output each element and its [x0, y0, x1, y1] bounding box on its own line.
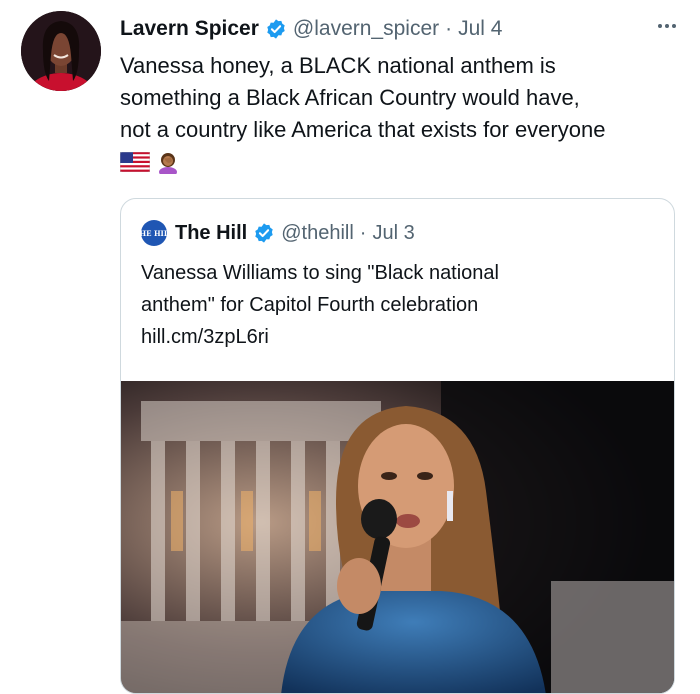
- quoted-date[interactable]: Jul 3: [372, 222, 414, 245]
- quoted-link[interactable]: hill.cm/3zpL6ri: [141, 321, 661, 353]
- avatar[interactable]: [21, 11, 101, 91]
- tweet[interactable]: Lavern Spicer @lavern_spicer · Jul 4 Van…: [0, 0, 700, 694]
- quoted-text-line: anthem" for Capitol Fourth celebration: [141, 294, 479, 316]
- author-handle[interactable]: @lavern_spicer: [293, 17, 439, 41]
- woman-facepalming-icon: [159, 153, 177, 174]
- more-options-icon[interactable]: [652, 14, 682, 38]
- emoji-row: [120, 150, 180, 174]
- tweet-text-line: not a country like America that exists f…: [120, 117, 606, 142]
- quoted-author-handle[interactable]: @thehill: [281, 222, 354, 245]
- verified-badge-icon: [255, 223, 273, 243]
- tweet-text: Vanessa honey, a BLACK national anthem i…: [120, 50, 685, 146]
- tweet-date[interactable]: Jul 4: [458, 17, 502, 41]
- quoted-text: Vanessa Williams to sing "Black national…: [141, 257, 661, 353]
- author-name[interactable]: Lavern Spicer: [120, 17, 259, 41]
- separator-dot: ·: [359, 221, 367, 244]
- quoted-author-name[interactable]: The Hill: [175, 222, 247, 245]
- quoted-text-line: Vanessa Williams to sing "Black national: [141, 262, 499, 284]
- verified-badge-icon: [267, 19, 285, 39]
- quoted-header: THE HILL The Hill @thehill · Jul 3: [134, 219, 415, 247]
- tweet-text-line: something a Black African Country would …: [120, 85, 580, 110]
- article-image[interactable]: [121, 381, 675, 694]
- tweet-text-line: Vanessa honey, a BLACK national anthem i…: [120, 53, 556, 78]
- tweet-header: Lavern Spicer @lavern_spicer · Jul 4: [120, 13, 502, 45]
- separator-dot: ·: [445, 17, 453, 40]
- quoted-tweet[interactable]: THE HILL The Hill @thehill · Jul 3 Vanes…: [120, 198, 675, 694]
- us-flag-icon: [120, 152, 150, 172]
- the-hill-logo[interactable]: THE HILL: [134, 220, 174, 246]
